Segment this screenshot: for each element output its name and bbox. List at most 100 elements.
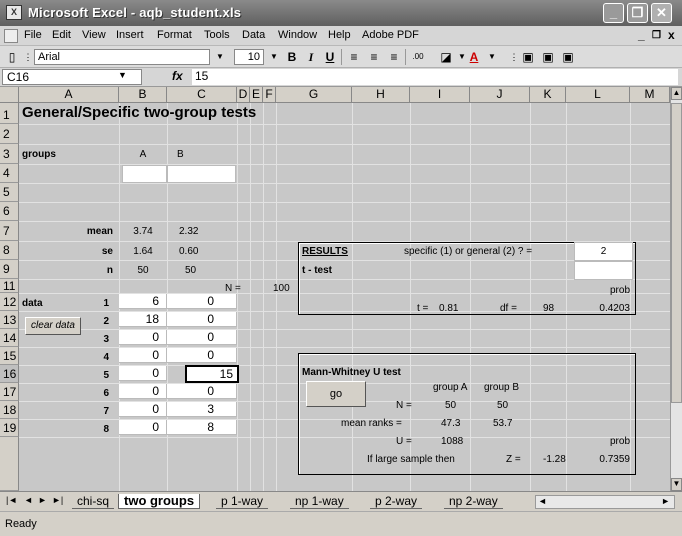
bold-button[interactable]: B: [284, 49, 300, 65]
tab-two-groups[interactable]: two groups: [118, 494, 201, 509]
row-header[interactable]: 9: [0, 260, 19, 279]
data-cell-b[interactable]: 0: [167, 330, 237, 345]
insert-function-icon[interactable]: fx: [172, 69, 183, 83]
scroll-thumb[interactable]: [671, 103, 682, 403]
data-cell-a[interactable]: 6: [119, 294, 167, 309]
data-cell-a[interactable]: 18: [119, 312, 167, 327]
column-header-J[interactable]: J: [470, 87, 530, 103]
row-header[interactable]: 4: [0, 164, 19, 183]
font-color-button[interactable]: A: [466, 49, 482, 65]
vertical-scrollbar[interactable]: ▲ ▼: [670, 87, 682, 491]
row-header[interactable]: 12: [0, 293, 19, 311]
italic-button[interactable]: I: [303, 49, 319, 65]
underline-button[interactable]: U: [322, 49, 338, 65]
align-left-icon[interactable]: ≡: [346, 49, 362, 65]
menu-window[interactable]: Window: [278, 29, 317, 41]
pdf-email-icon[interactable]: ▣: [540, 49, 556, 65]
tab-np-2-way[interactable]: np 2-way: [444, 494, 503, 509]
data-cell-b[interactable]: 3: [167, 402, 237, 417]
menu-insert[interactable]: Insert: [116, 29, 144, 41]
active-cell-c16[interactable]: 15: [185, 365, 239, 383]
menu-help[interactable]: Help: [328, 29, 351, 41]
align-right-icon[interactable]: ≡: [386, 49, 402, 65]
column-header-F[interactable]: F: [263, 87, 276, 103]
menu-file[interactable]: File: [24, 29, 42, 41]
menu-view[interactable]: View: [82, 29, 106, 41]
row-header-selected[interactable]: 16: [0, 365, 19, 383]
tab-np-1-way[interactable]: np 1-way: [290, 494, 349, 509]
column-header-B[interactable]: B: [119, 87, 167, 103]
data-cell-b[interactable]: 0: [167, 348, 237, 363]
column-header-K[interactable]: K: [530, 87, 566, 103]
increase-decimal-icon[interactable]: .00: [410, 49, 426, 65]
data-cell-a[interactable]: 0: [119, 348, 167, 363]
row-header[interactable]: 14: [0, 329, 19, 347]
row-header[interactable]: 13: [0, 311, 19, 329]
scroll-up-icon[interactable]: ▲: [671, 87, 682, 100]
data-cell-a[interactable]: 0: [119, 366, 167, 381]
horizontal-scrollbar[interactable]: ◄ ►: [535, 495, 675, 509]
first-sheet-icon[interactable]: |◄: [6, 495, 17, 505]
restore-button[interactable]: ❐: [627, 3, 648, 23]
column-header-E[interactable]: E: [250, 87, 263, 103]
row-header[interactable]: 5: [0, 183, 19, 202]
scroll-right-icon[interactable]: ►: [661, 496, 670, 506]
row-header[interactable]: 3: [0, 144, 19, 164]
row-header[interactable]: 11: [0, 279, 19, 293]
pdf-create-icon[interactable]: ▣: [520, 49, 536, 65]
group-b-name-input[interactable]: [167, 165, 236, 183]
data-cell-a[interactable]: 0: [119, 330, 167, 345]
cell-area[interactable]: General/Specific two-group tests groups …: [19, 103, 670, 491]
minimize-button[interactable]: _: [603, 3, 624, 23]
column-header-A[interactable]: A: [19, 87, 119, 103]
mdi-restore-button[interactable]: ❐: [652, 30, 661, 41]
font-size-dropdown-icon[interactable]: ▼: [266, 49, 282, 65]
menu-adobe-pdf[interactable]: Adobe PDF: [362, 29, 419, 41]
new-document-icon[interactable]: ▯: [4, 49, 20, 65]
menu-format[interactable]: Format: [157, 29, 192, 41]
name-box-dropdown-icon[interactable]: ▼: [118, 70, 127, 80]
clear-data-button[interactable]: clear data: [25, 317, 81, 335]
column-header-D[interactable]: D: [237, 87, 250, 103]
column-header-C[interactable]: C: [167, 87, 237, 103]
scroll-left-icon[interactable]: ◄: [538, 496, 547, 506]
menu-tools[interactable]: Tools: [204, 29, 230, 41]
column-header-I[interactable]: I: [410, 87, 470, 103]
data-cell-a[interactable]: 0: [119, 420, 167, 435]
font-color-dropdown-icon[interactable]: ▼: [484, 49, 500, 65]
row-header[interactable]: 17: [0, 383, 19, 401]
mdi-minimize-button[interactable]: _: [638, 28, 645, 42]
tab-p-1-way[interactable]: p 1-way: [216, 494, 269, 509]
data-cell-b[interactable]: 0: [167, 294, 237, 309]
row-header[interactable]: 19: [0, 419, 19, 437]
data-cell-b[interactable]: 8: [167, 420, 237, 435]
row-header[interactable]: 7: [0, 221, 19, 241]
next-sheet-icon[interactable]: ►: [38, 495, 47, 505]
column-header-H[interactable]: H: [352, 87, 410, 103]
pdf-review-icon[interactable]: ▣: [560, 49, 576, 65]
font-dropdown-icon[interactable]: ▼: [212, 49, 228, 65]
menu-edit[interactable]: Edit: [52, 29, 71, 41]
tab-chi-sq[interactable]: chi-sq: [72, 494, 115, 509]
data-cell-a[interactable]: 0: [119, 402, 167, 417]
go-button[interactable]: go: [306, 381, 366, 407]
row-header[interactable]: 8: [0, 241, 19, 260]
close-button[interactable]: ✕: [651, 3, 672, 23]
prev-sheet-icon[interactable]: ◄: [24, 495, 33, 505]
fill-color-icon[interactable]: ◪: [438, 49, 454, 65]
column-header-G[interactable]: G: [276, 87, 352, 103]
font-size-select[interactable]: 10: [234, 49, 264, 65]
align-center-icon[interactable]: ≡: [366, 49, 382, 65]
row-header[interactable]: 1: [0, 103, 19, 124]
data-cell-a[interactable]: 0: [119, 384, 167, 399]
group-a-name-input[interactable]: [122, 165, 167, 183]
formula-input[interactable]: 15: [192, 69, 678, 85]
mdi-close-button[interactable]: x: [668, 28, 675, 42]
tab-p-2-way[interactable]: p 2-way: [370, 494, 423, 509]
data-cell-b[interactable]: 0: [167, 384, 237, 399]
font-name-select[interactable]: Arial: [34, 49, 210, 65]
row-header[interactable]: 2: [0, 124, 19, 144]
column-header-M[interactable]: M: [630, 87, 670, 103]
last-sheet-icon[interactable]: ►|: [52, 495, 63, 505]
column-header-L[interactable]: L: [566, 87, 630, 103]
